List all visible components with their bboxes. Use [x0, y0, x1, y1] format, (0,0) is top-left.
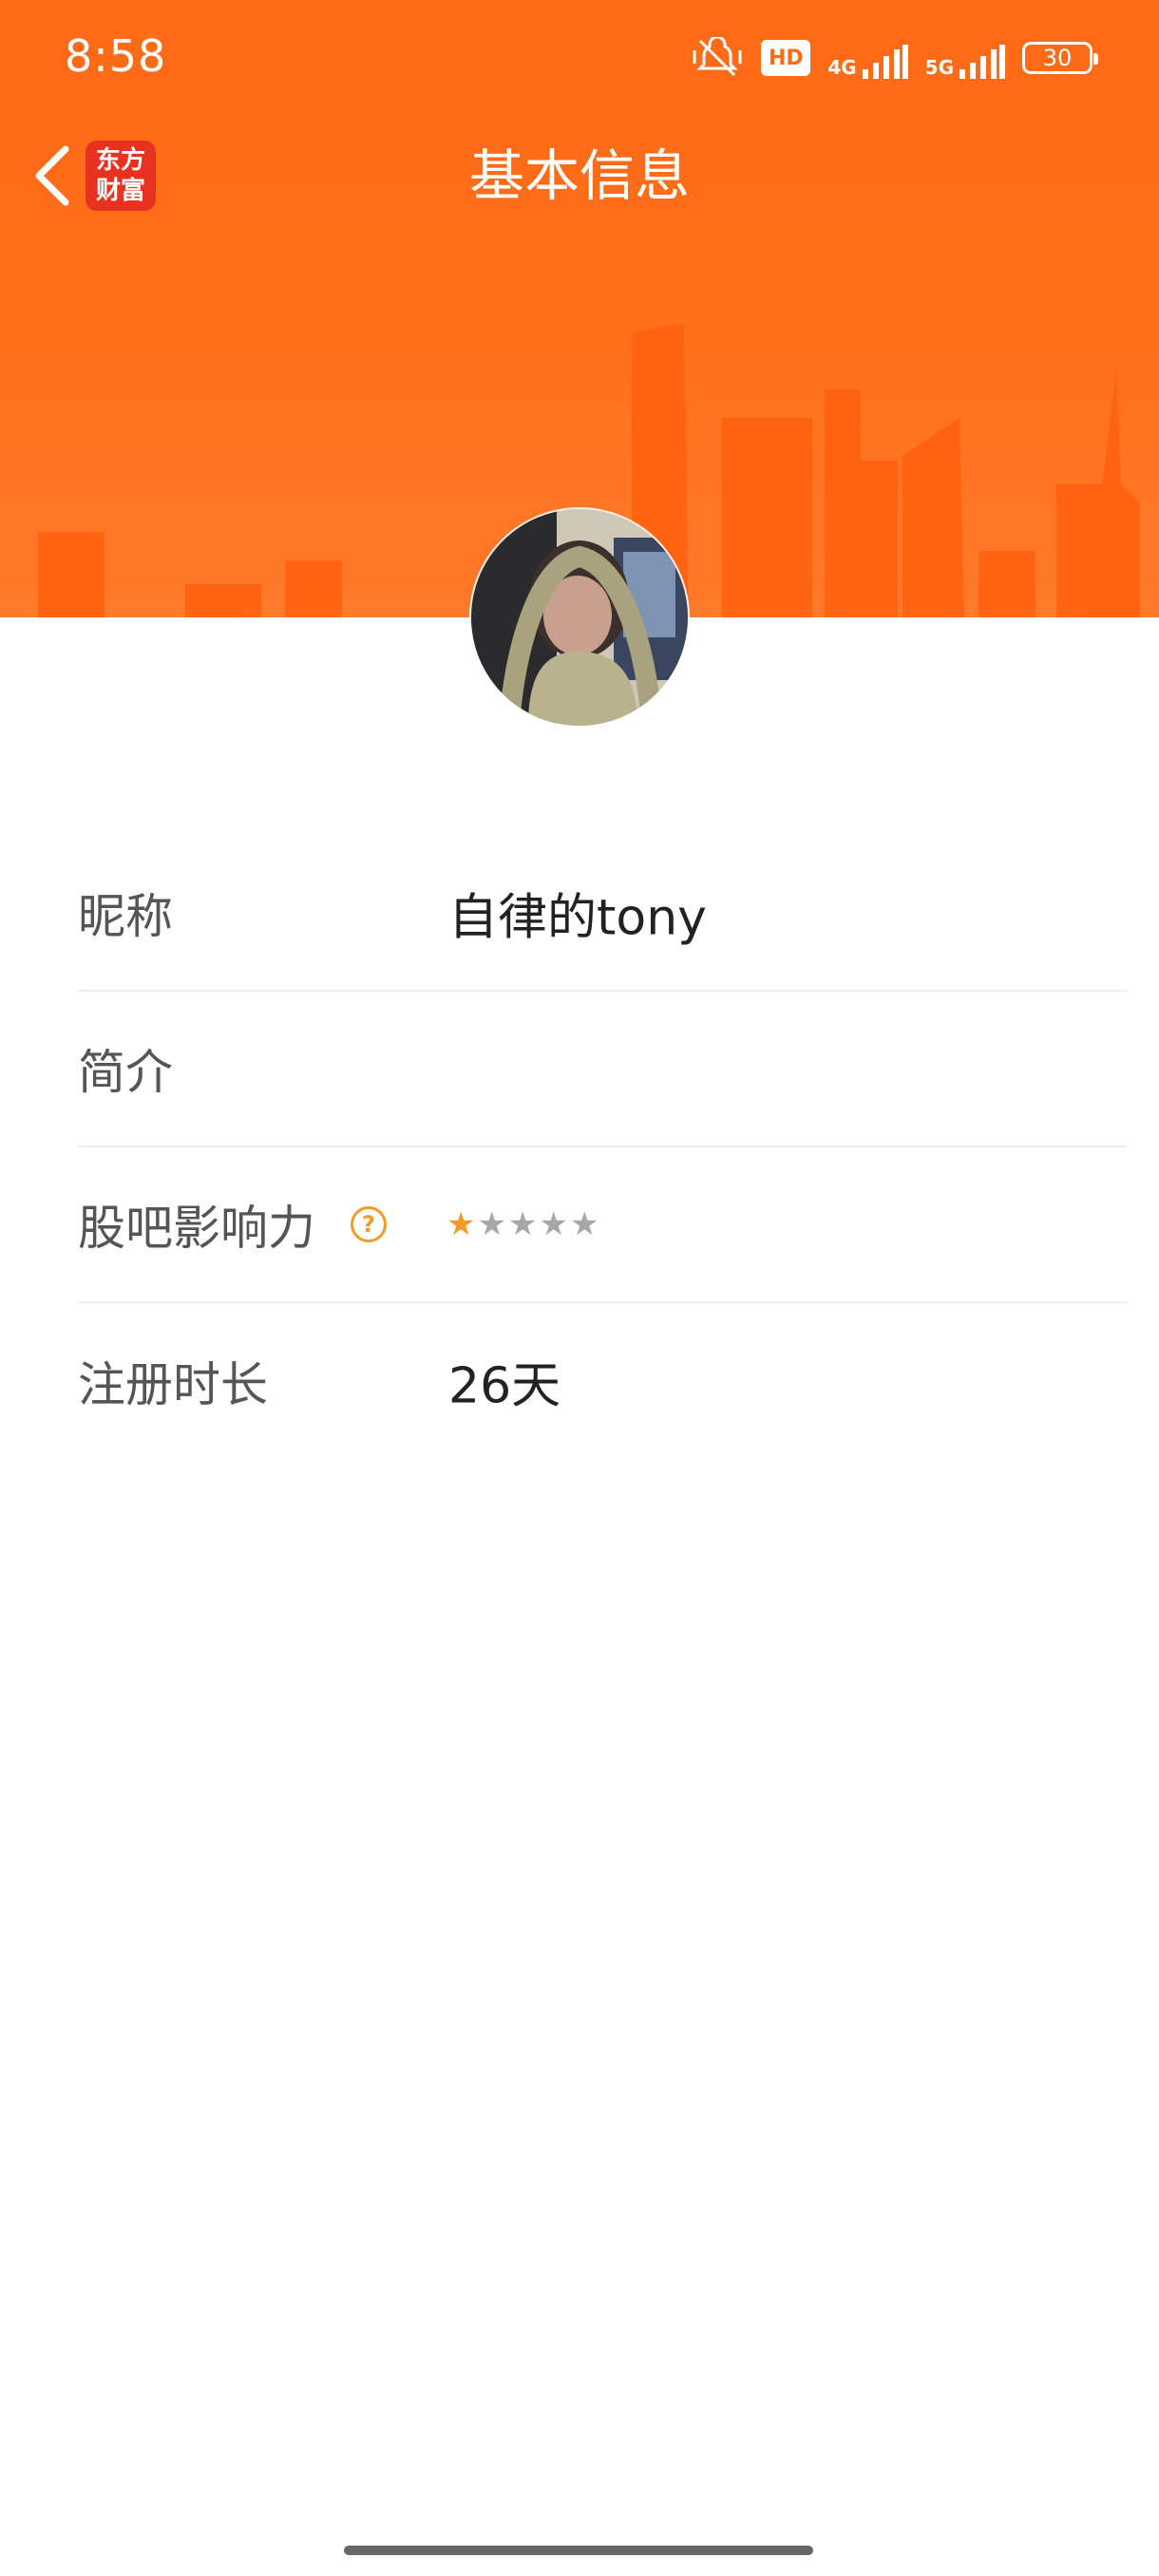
registration-label: 注册时长: [78, 1357, 268, 1412]
navigation-bar: 东方 财富 基本信息: [0, 123, 1159, 228]
avatar[interactable]: [471, 509, 688, 726]
battery-icon: 30: [1022, 42, 1098, 74]
nickname-row[interactable]: 昵称 自律的tony: [78, 836, 1127, 992]
signal-5g-icon: 5G: [925, 37, 1005, 79]
home-indicator[interactable]: [344, 2546, 813, 2555]
nickname-value: 自律的tony: [448, 889, 707, 947]
help-icon[interactable]: ?: [351, 1206, 387, 1242]
avatar-photo: [471, 509, 688, 726]
profile-info-list: 昵称 自律的tony 简介 股吧影响力 ? ★ ★ ★ ★ ★ 注册时长 26天: [78, 836, 1127, 1459]
status-time: 8:58: [65, 30, 167, 82]
registration-value: 26天: [448, 1357, 561, 1415]
hd-icon: HD: [761, 40, 811, 76]
star-empty-icon: ★: [569, 1205, 599, 1243]
star-empty-icon: ★: [507, 1205, 538, 1243]
signal-bars-icon: [960, 45, 1005, 79]
influence-star-rating: ★ ★ ★ ★ ★: [446, 1208, 598, 1241]
influence-label: 股吧影响力: [78, 1201, 315, 1256]
status-bar: 8:58 HD 4G 5G 30: [0, 0, 1159, 114]
signal-4g-icon: 4G: [827, 37, 908, 79]
intro-row[interactable]: 简介: [78, 992, 1127, 1147]
page-title: 基本信息: [468, 143, 690, 208]
intro-label: 简介: [78, 1045, 173, 1100]
star-empty-icon: ★: [477, 1205, 506, 1243]
network-4g-label: 4G: [827, 56, 857, 79]
star-empty-icon: ★: [539, 1205, 568, 1243]
registration-row: 注册时长 26天: [78, 1303, 1127, 1459]
influence-row: 股吧影响力 ? ★ ★ ★ ★ ★: [78, 1147, 1127, 1303]
status-icons: HD 4G 5G 30: [691, 34, 1098, 82]
nickname-label: 昵称: [78, 889, 173, 944]
network-5g-label: 5G: [924, 56, 954, 79]
star-filled-icon: ★: [446, 1205, 476, 1243]
signal-bars-icon: [862, 45, 908, 79]
mute-vibrate-icon: [693, 37, 742, 77]
